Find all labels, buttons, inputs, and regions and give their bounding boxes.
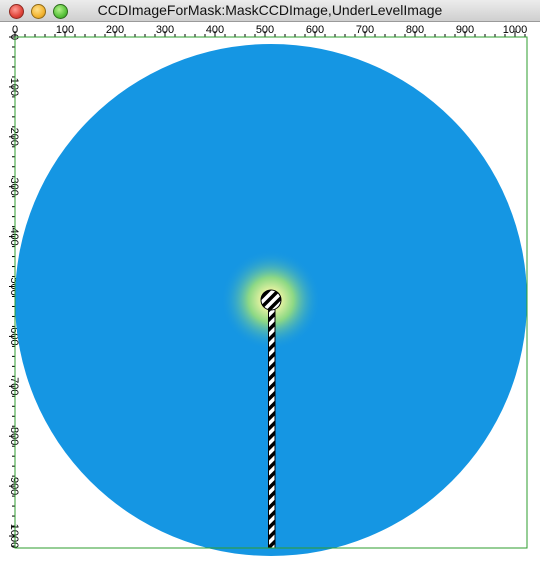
y-tick-label: 100 (8, 78, 20, 96)
x-tick-label: 300 (156, 24, 174, 36)
x-tick-label: 600 (306, 24, 324, 36)
x-tick-label: 1000 (503, 24, 527, 36)
x-tick-label: 100 (56, 24, 74, 36)
window-title: CCDImageForMask:MaskCCDImage,UnderLevelI… (97, 2, 443, 18)
y-tick-label: 200 (8, 128, 20, 146)
x-tick-label: 800 (406, 24, 424, 36)
y-tick-label: 300 (8, 178, 20, 196)
x-tick-label: 700 (356, 24, 374, 36)
y-tick-label: 700 (8, 377, 20, 395)
x-axis-ticks: 0 100 200 300 400 500 600 700 800 900 1000 (12, 24, 527, 37)
x-tick-label: 500 (256, 24, 274, 36)
window-titlebar[interactable]: CCDImageForMask:MaskCCDImage,UnderLevelI… (0, 0, 540, 22)
beamstop-mask-arm (268, 305, 276, 549)
y-tick-label: 1000 (8, 524, 20, 548)
y-tick-label: 900 (8, 477, 20, 495)
y-tick-label: 800 (8, 427, 20, 445)
y-tick-label: 400 (8, 227, 20, 245)
x-tick-label: 400 (206, 24, 224, 36)
igor-image-window: CCDImageForMask:MaskCCDImage,UnderLevelI… (0, 0, 540, 562)
x-tick-label: 200 (106, 24, 124, 36)
ccd-image-plot[interactable]: 0 100 200 300 400 500 600 700 800 900 1000 0100200… (0, 22, 540, 562)
beamstop-mask-disc (260, 289, 282, 311)
x-tick-label: 900 (456, 24, 474, 36)
